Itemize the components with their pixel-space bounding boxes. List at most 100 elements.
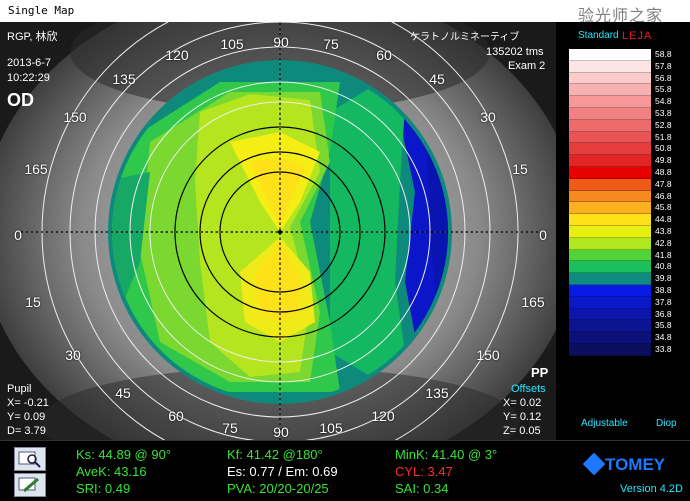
scale-level: 54.8 — [569, 96, 672, 108]
degree-label: 0 — [539, 227, 547, 243]
degree-label: 165 — [521, 294, 545, 310]
scale-level: 39.8 — [569, 273, 672, 285]
exam-info-1: ケラトノルミネーティブ — [410, 32, 520, 43]
measurement-panel: Ks: 44.89 @ 90° Kf: 41.42 @180° MinK: 41… — [0, 440, 690, 501]
pupil-d: D= 3.79 — [7, 425, 46, 437]
corneal-topography-map[interactable]: RGP, 林欣 2013-6-7 10:22:29 OD ケラトノルミネーティブ… — [0, 22, 556, 440]
offsets-label: Offsets — [511, 383, 546, 395]
scale-level-value: 47.8 — [655, 178, 672, 189]
scale-level-value: 37.8 — [655, 296, 672, 307]
scale-level: 52.8 — [569, 119, 672, 132]
degree-label: 15 — [25, 294, 41, 310]
offsets-z: Z= 0.05 — [503, 425, 541, 437]
tomey-logo-icon — [582, 452, 606, 476]
scale-level-value: 50.8 — [655, 143, 672, 154]
scale-level: 51.8 — [569, 131, 672, 144]
degree-label: 90 — [273, 424, 289, 440]
scale-level-value: 54.8 — [655, 96, 672, 107]
scale-level: 53.8 — [569, 107, 672, 120]
scale-level: 50.8 — [569, 143, 672, 156]
mink-value: MinK: 41.40 @ 3° — [395, 447, 498, 462]
exam-date: 2013-6-7 — [7, 57, 52, 69]
edit-button[interactable] — [14, 473, 46, 497]
pp-label: PP — [531, 365, 549, 380]
exam-info-2: 135202 tms — [486, 46, 544, 58]
scale-level-value: 49.8 — [655, 155, 672, 166]
degree-label: 105 — [220, 36, 244, 52]
degree-label: 165 — [24, 161, 48, 177]
scale-level-value: 41.8 — [655, 249, 672, 260]
scale-level: 45.8 — [569, 202, 672, 215]
scale-level: 48.8 — [569, 166, 672, 179]
window-title: Single Map — [8, 4, 75, 17]
exam-time: 10:22:29 — [7, 72, 50, 84]
scale-level: 38.8 — [569, 284, 672, 297]
scale-level-value: 53.8 — [655, 107, 672, 118]
scale-level: 57.8 — [569, 60, 672, 73]
scale-level-value: 38.8 — [655, 284, 672, 295]
scale-level: 43.8 — [569, 225, 672, 238]
scale-level-value: 51.8 — [655, 131, 672, 142]
es-em-value: Es: 0.77 / Em: 0.69 — [227, 464, 338, 479]
degree-label: 150 — [63, 109, 87, 125]
pva-value: PVA: 20/20-20/25 — [227, 481, 329, 496]
scale-level-value: 58.8 — [655, 49, 672, 59]
degree-label: 45 — [429, 71, 445, 87]
scale-level: 33.8 — [569, 343, 672, 356]
degree-label: 15 — [512, 161, 528, 177]
scale-level-value: 34.8 — [655, 332, 672, 343]
scale-level: 46.8 — [569, 190, 672, 203]
offsets-x: X= 0.02 — [503, 397, 542, 409]
pupil-x: X= -0.21 — [7, 397, 49, 409]
scale-level-value: 56.8 — [655, 72, 672, 83]
pupil-y: Y= 0.09 — [7, 411, 46, 423]
scale-level-value: 44.8 — [655, 214, 672, 225]
version-label: Version 4.2D — [620, 483, 683, 495]
zoom-button[interactable] — [14, 447, 46, 471]
scale-level: 56.8 — [569, 72, 672, 85]
degree-label: 120 — [165, 47, 189, 63]
scale-level-value: 39.8 — [655, 273, 672, 284]
degree-label: 120 — [371, 408, 395, 424]
scale-level: 41.8 — [569, 249, 672, 262]
scale-level-value: 48.8 — [655, 166, 672, 177]
scale-level-value: 46.8 — [655, 190, 672, 201]
degree-label: 75 — [323, 36, 339, 52]
scale-level: 47.8 — [569, 178, 672, 191]
scale-level-value: 43.8 — [655, 225, 672, 236]
degree-label: 75 — [222, 420, 238, 436]
pupil-label: Pupil — [7, 383, 32, 395]
pencil-icon — [18, 477, 39, 493]
cyl-value: CYL: 3.47 — [395, 464, 453, 479]
scale-level: 58.8 — [569, 49, 672, 61]
degree-label: 135 — [425, 385, 449, 401]
scale-level: 40.8 — [569, 261, 672, 274]
degree-label: 45 — [115, 385, 131, 401]
scale-level: 37.8 — [569, 296, 672, 309]
color-scale-panel: Standard LEJA 58.8 57.8 56.8 55.8 54.8 53.8 52… — [556, 22, 690, 440]
window-titlebar: Single Map 验光师之家 — [0, 0, 690, 25]
scale-level: 34.8 — [569, 332, 672, 344]
degree-label: 60 — [168, 408, 184, 424]
scale-title[interactable]: Standard — [578, 30, 619, 41]
eye-indicator: OD — [7, 90, 34, 110]
kf-value: Kf: 41.42 @180° — [227, 447, 323, 462]
magnifier-icon — [18, 451, 41, 468]
degree-label: 60 — [376, 47, 392, 63]
diop-button[interactable]: Diop — [656, 418, 677, 429]
scale-bars: 58.8 57.8 56.8 55.8 54.8 53.8 52.8 51.8 50.8 49.8… — [569, 49, 672, 356]
sri-value: SRI: 0.49 — [76, 481, 131, 496]
brand-logo: TOMEY — [582, 452, 665, 476]
scale-watermark: LEJA — [622, 30, 653, 42]
scale-level-value: 35.8 — [655, 320, 672, 331]
scale-level-value: 52.8 — [655, 119, 672, 130]
scale-level: 49.8 — [569, 155, 672, 167]
scale-level-value: 45.8 — [655, 202, 672, 213]
patient-name: RGP, 林欣 — [7, 31, 58, 43]
scale-level-value: 40.8 — [655, 261, 672, 272]
exam-info-3: Exam 2 — [508, 60, 546, 72]
offsets-y: Y= 0.12 — [503, 411, 542, 423]
scale-level: 44.8 — [569, 214, 672, 226]
adjustable-button[interactable]: Adjustable — [581, 418, 628, 429]
degree-label: 90 — [273, 34, 289, 50]
